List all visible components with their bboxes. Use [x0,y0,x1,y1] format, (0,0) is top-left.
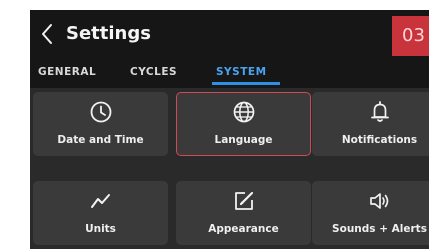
tile-language[interactable]: Language [176,92,311,156]
tile-label: Date and Time [57,134,144,146]
tile-label: Language [214,133,273,146]
tile-label: Sounds + Alerts [332,223,427,235]
globe-icon [233,101,254,122]
tile-appearance[interactable]: Appearance [176,181,311,245]
speaker-icon [369,193,388,209]
active-tab-indicator [212,82,280,85]
tile-date-and-time[interactable]: Date and Time [33,92,168,156]
time-badge-text: 03 [402,25,425,46]
time-badge: 03 [392,16,429,56]
back-chevron-icon[interactable] [40,22,54,46]
bell-icon [370,101,389,122]
tile-units[interactable]: Units [33,181,168,245]
tab-general[interactable]: GENERAL [38,64,96,80]
tab-cycles[interactable]: CYCLES [130,64,177,80]
tile-label: Notifications [341,134,418,146]
settings-screen: Settings 03 GENERAL CYCLES SYSTEM Date a… [30,10,429,249]
edit-square-icon [234,191,253,210]
tile-notifications[interactable]: Notifications [312,92,429,156]
settings-grid: Date and Time Language Notifications Uni… [30,88,429,249]
tab-bar: GENERAL CYCLES SYSTEM [30,62,429,86]
page-title: Settings [66,23,151,44]
tab-system[interactable]: SYSTEM [216,64,267,80]
header: Settings 03 [30,10,429,60]
tile-sounds-alerts[interactable]: Sounds + Alerts [312,181,429,245]
tile-label: Units [85,223,116,235]
clock-icon [90,101,111,123]
chart-line-icon [90,194,110,208]
tile-label: Appearance [208,223,279,235]
